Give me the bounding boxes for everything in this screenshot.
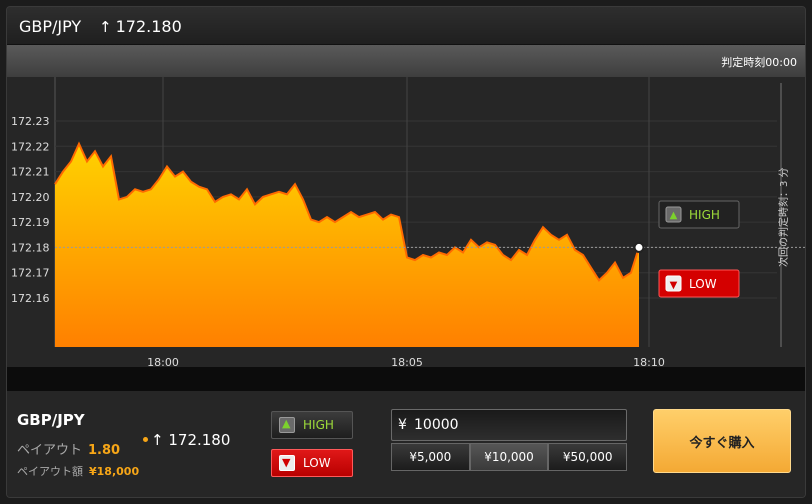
trade-low-label: LOW bbox=[303, 456, 331, 470]
currency-symbol: ¥ bbox=[398, 417, 407, 433]
y-tick-label: 172.22 bbox=[11, 140, 50, 153]
payout-value: 1.80 bbox=[88, 443, 121, 458]
trading-widget: GBP/JPY ↑ 172.180 判定時刻00:00 172.23 172.22 1… bbox=[6, 6, 806, 498]
chart-high-button[interactable]: ▲ HIGH bbox=[658, 200, 740, 229]
x-tick-label: 18:00 bbox=[147, 356, 179, 367]
chart-low-button-label: LOW bbox=[689, 277, 717, 291]
chart-svg[interactable]: 172.23 172.22 172.21 172.20 172.19 172.18 172.… bbox=[7, 77, 806, 367]
chart-footer-strip bbox=[7, 367, 805, 391]
payout-amount-label: ペイアウト額 bbox=[17, 465, 83, 478]
x-tick-label: 18:10 bbox=[633, 356, 665, 367]
arrow-glyph: ▲ bbox=[670, 210, 678, 221]
payout-amount-value: ¥18,000 bbox=[89, 465, 140, 478]
trade-high-label: HIGH bbox=[303, 418, 334, 432]
currency-pair-title: GBP/JPY bbox=[19, 17, 82, 36]
preset-50000-button[interactable]: ¥50,000 bbox=[548, 443, 628, 471]
amount-input[interactable]: ¥ 10000 bbox=[391, 409, 627, 441]
trade-pair: GBP/JPY bbox=[17, 411, 85, 429]
amount-value[interactable]: 10000 bbox=[414, 417, 459, 433]
current-rate-value: 172.180 bbox=[115, 17, 182, 36]
trade-panel: GBP/JPY ペイアウト 1.80 ペイアウト額 ¥18,000 ↑ 172.18… bbox=[7, 391, 805, 497]
trade-rate-value: 172.180 bbox=[168, 431, 231, 449]
buy-now-button[interactable]: 今すぐ購入 bbox=[653, 409, 791, 473]
y-tick-label: 172.18 bbox=[11, 241, 50, 254]
amount-presets: ¥5,000 ¥10,000 ¥50,000 bbox=[391, 443, 628, 471]
y-tick-label: 172.23 bbox=[11, 115, 50, 128]
arrow-up-icon: ↑ bbox=[151, 431, 164, 449]
payout-label: ペイアウト bbox=[17, 443, 83, 458]
arrow-glyph: ▼ bbox=[670, 280, 678, 291]
current-rate-marker bbox=[633, 241, 645, 253]
current-rate: ↑ 172.180 bbox=[99, 17, 182, 36]
preset-10000-button[interactable]: ¥10,000 bbox=[469, 443, 549, 471]
trade-low-button[interactable]: LOW bbox=[271, 449, 353, 477]
price-area bbox=[55, 143, 639, 347]
y-tick-label: 172.16 bbox=[11, 292, 50, 305]
arrow-up-icon: ↑ bbox=[99, 18, 112, 36]
next-judgement-label: 次回の判定時刻：3 分 bbox=[777, 167, 790, 267]
y-tick-label: 172.19 bbox=[11, 216, 50, 229]
arrow-up-icon bbox=[279, 417, 295, 433]
y-tick-label: 172.21 bbox=[11, 166, 50, 179]
trade-high-button[interactable]: HIGH bbox=[271, 411, 353, 439]
y-tick-label: 172.17 bbox=[11, 267, 50, 280]
arrow-down-icon bbox=[279, 455, 295, 471]
payout-amount-row: ペイアウト額 ¥18,000 bbox=[17, 463, 139, 479]
judge-time-label: 判定時刻00:00 bbox=[721, 56, 797, 69]
chart-low-button[interactable]: ▼ LOW bbox=[658, 269, 740, 298]
preset-5000-button[interactable]: ¥5,000 bbox=[391, 443, 470, 471]
y-tick-label: 172.20 bbox=[11, 191, 50, 204]
trade-rate: ↑ 172.180 bbox=[151, 431, 230, 449]
payout-row: ペイアウト 1.80 bbox=[17, 439, 120, 458]
price-chart[interactable]: 172.23 172.22 172.21 172.20 172.19 172.18 172.… bbox=[7, 77, 806, 373]
title-bar: GBP/JPY ↑ 172.180 bbox=[7, 7, 805, 45]
x-tick-label: 18:05 bbox=[391, 356, 423, 367]
chart-high-button-label: HIGH bbox=[689, 208, 720, 222]
judge-time-bar: 判定時刻00:00 bbox=[7, 45, 805, 77]
rate-indicator-dot bbox=[143, 437, 148, 442]
